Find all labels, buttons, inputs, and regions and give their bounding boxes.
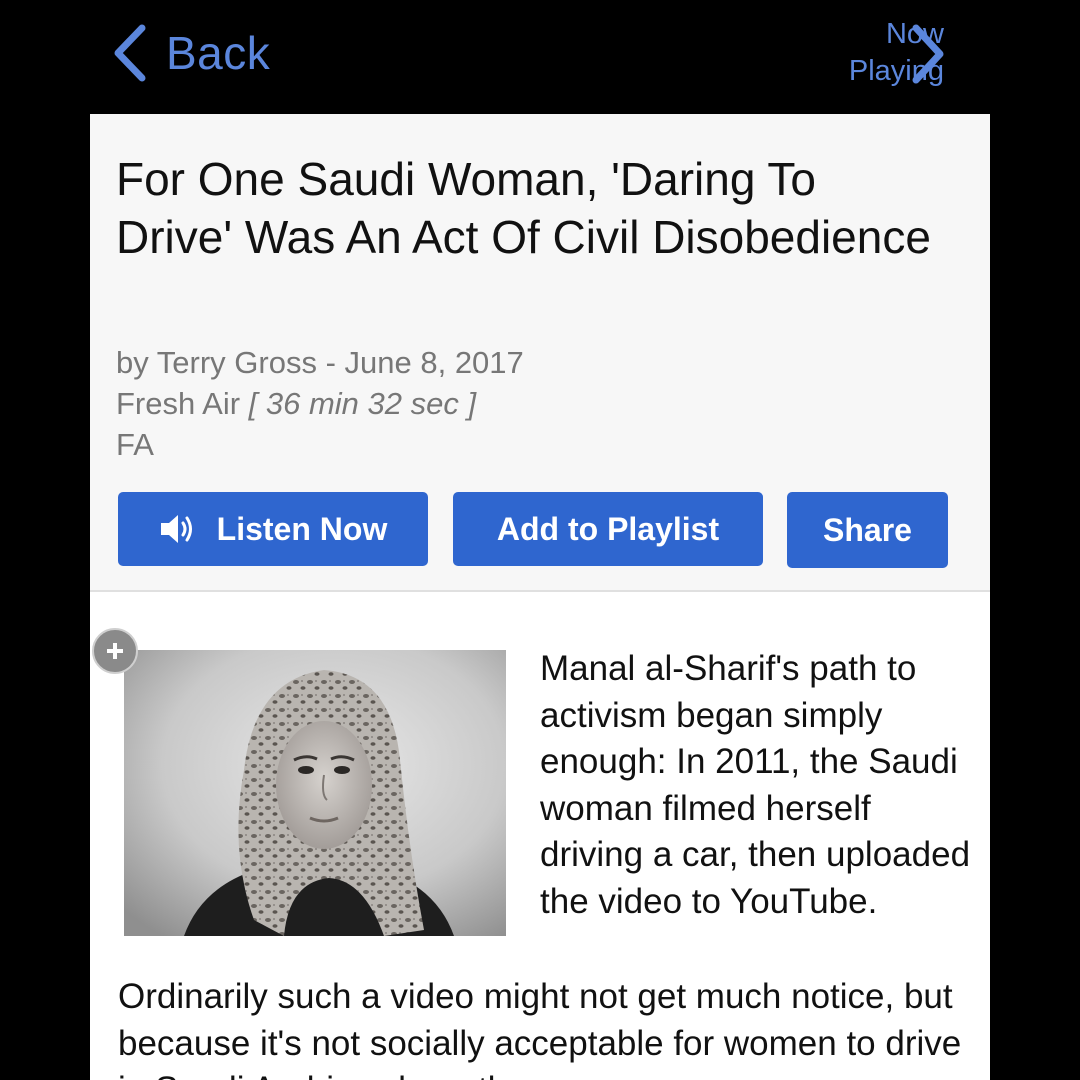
chevron-right-icon[interactable] <box>910 24 946 84</box>
share-button[interactable]: Share <box>787 492 948 568</box>
plus-icon <box>107 643 123 659</box>
app-screen: Back Now Playing For One Saudi Woman, 'D… <box>0 0 1080 1080</box>
chevron-left-icon <box>114 24 146 82</box>
story-header: For One Saudi Woman, 'Daring To Drive' W… <box>90 114 990 592</box>
speaker-icon <box>160 515 192 543</box>
add-to-playlist-label: Add to Playlist <box>496 510 720 547</box>
back-button[interactable]: Back <box>110 22 270 84</box>
navigation-bar: Back Now Playing <box>0 0 1080 114</box>
listen-now-label: Listen Now <box>216 510 388 547</box>
program-line: Fresh Air [ 36 min 32 sec ] <box>116 383 524 424</box>
listen-now-button[interactable]: Listen Now <box>118 492 428 566</box>
story-meta: by Terry Gross - June 8, 2017 Fresh Air … <box>116 342 524 465</box>
expand-image-button[interactable] <box>92 628 138 674</box>
article-body: Manal al-Sharif's path to activism began… <box>90 592 990 1080</box>
story-title: For One Saudi Woman, 'Daring To Drive' W… <box>116 153 931 263</box>
article-paragraph-wrapped: Manal al-Sharif's path to activism began… <box>540 649 971 921</box>
share-label: Share <box>823 511 912 548</box>
story-duration: [ 36 min 32 sec ] <box>248 386 477 421</box>
byline: by Terry Gross - June 8, 2017 <box>116 345 524 380</box>
program-name: Fresh Air <box>116 386 241 421</box>
portrait-image <box>124 650 506 936</box>
back-label: Back <box>166 27 271 79</box>
add-to-playlist-button[interactable]: Add to Playlist <box>453 492 763 566</box>
story-photo[interactable] <box>124 650 506 936</box>
article-paragraph-continued: Ordinarily such a video might not get mu… <box>118 977 962 1080</box>
program-code: FA <box>116 427 154 462</box>
